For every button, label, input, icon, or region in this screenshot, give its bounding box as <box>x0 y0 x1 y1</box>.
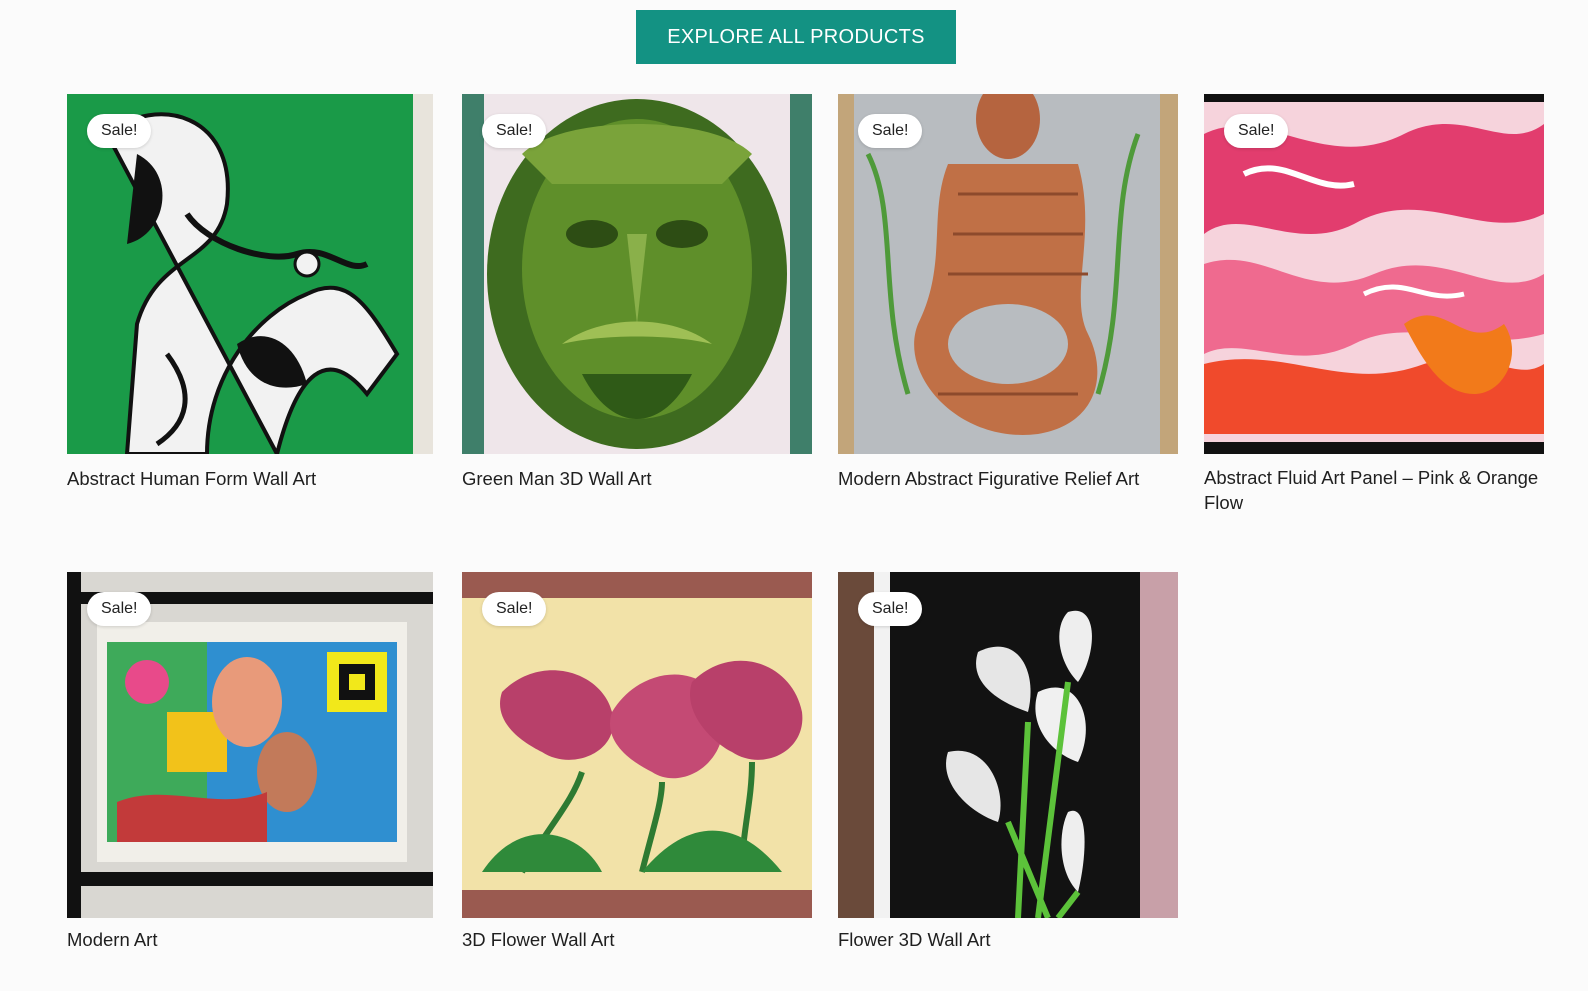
sale-badge: Sale! <box>482 114 547 148</box>
product-image-abstract-human-form[interactable] <box>67 94 433 454</box>
product-title[interactable]: Green Man 3D Wall Art <box>462 466 652 491</box>
sale-badge: Sale! <box>858 592 923 626</box>
sale-badge: Sale! <box>482 592 547 626</box>
product-image-green-man[interactable] <box>462 94 812 454</box>
product-title[interactable]: Abstract Fluid Art Panel – Pink & Orange… <box>1204 465 1554 515</box>
sale-badge: Sale! <box>87 114 152 148</box>
product-image-fluid-art-panel[interactable] <box>1204 94 1544 454</box>
sale-badge: Sale! <box>1224 114 1289 148</box>
product-title[interactable]: Flower 3D Wall Art <box>838 927 990 952</box>
product-image-figurative-relief[interactable] <box>838 94 1178 454</box>
product-title[interactable]: Modern Abstract Figurative Relief Art <box>838 466 1139 491</box>
product-title[interactable]: Modern Art <box>67 927 158 952</box>
sale-badge: Sale! <box>858 114 923 148</box>
product-title[interactable]: Abstract Human Form Wall Art <box>67 466 316 491</box>
explore-all-products-button[interactable]: EXPLORE ALL PRODUCTS <box>636 10 956 64</box>
sale-badge: Sale! <box>87 592 152 626</box>
product-title[interactable]: 3D Flower Wall Art <box>462 927 614 952</box>
